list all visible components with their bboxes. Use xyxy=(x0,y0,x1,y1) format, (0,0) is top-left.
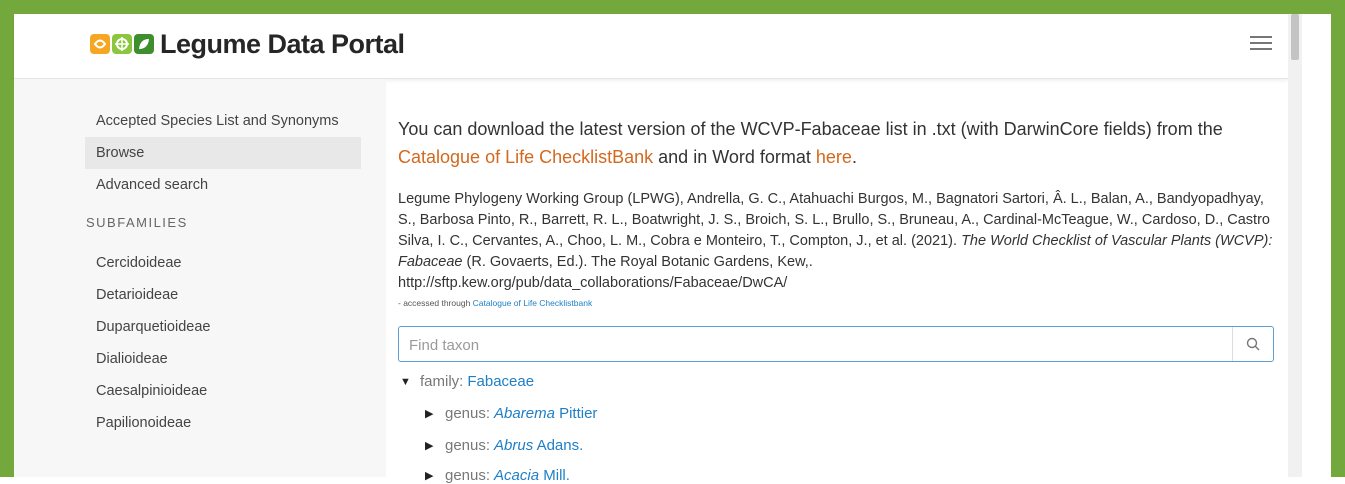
frame-border-left xyxy=(0,0,14,477)
caret-right-icon[interactable]: ▶ xyxy=(425,439,445,452)
sidebar: Accepted Species List and Synonyms Brows… xyxy=(14,79,386,477)
access-note: - accessed through Catalogue of Life Che… xyxy=(398,298,592,308)
tree-rank-label: family: xyxy=(420,373,464,390)
sidebar-item-cercidoideae[interactable]: Cercidoideae xyxy=(85,247,361,279)
frame-border-top xyxy=(0,0,1345,14)
tree-node-genus: ▶ genus: Acacia Mill. xyxy=(425,467,570,484)
tree-node-family: ▼ family: Fabaceae xyxy=(400,373,534,390)
genus-author: Mill. xyxy=(539,467,570,484)
taxon-search-box xyxy=(398,326,1274,363)
intro-text: You can download the latest version of t… xyxy=(398,119,1223,139)
word-format-link[interactable]: here xyxy=(816,147,852,167)
taxon-link-acacia[interactable]: Acacia Mill. xyxy=(494,467,570,484)
download-intro: You can download the latest version of t… xyxy=(398,115,1282,171)
logo-dark-green-pod-icon xyxy=(134,34,154,54)
search-button[interactable] xyxy=(1232,327,1273,361)
taxon-search-input[interactable] xyxy=(399,327,1241,363)
genus-name: Abrus xyxy=(494,437,534,454)
genus-author: Pittier xyxy=(554,405,598,422)
genus-author: Adans. xyxy=(533,437,584,454)
taxon-link-fabaceae[interactable]: Fabaceae xyxy=(467,373,534,390)
tree-rank-label: genus: xyxy=(445,405,491,422)
citation: Legume Phylogeny Working Group (LPWG), A… xyxy=(398,189,1282,294)
sidebar-item-browse[interactable]: Browse xyxy=(85,137,361,169)
subfamilies-heading: SUBFAMILIES xyxy=(86,215,188,230)
logo-green-flower-icon xyxy=(112,34,132,54)
citation-publisher: (R. Govaerts, Ed.). The Royal Botanic Ga… xyxy=(462,254,813,270)
sidebar-item-accepted-species[interactable]: Accepted Species List and Synonyms xyxy=(85,105,361,137)
caret-right-icon[interactable]: ▶ xyxy=(425,469,445,482)
caret-right-icon[interactable]: ▶ xyxy=(425,407,445,420)
citation-url: http://sftp.kew.org/pub/data_collaborati… xyxy=(398,275,788,291)
logo-text: Legume Data Portal xyxy=(160,28,405,59)
caret-down-icon[interactable]: ▼ xyxy=(400,376,420,388)
tree-rank-label: genus: xyxy=(445,467,491,484)
intro-text-middle: and in Word format xyxy=(653,147,816,167)
tree-rank-label: genus: xyxy=(445,437,491,454)
vertical-scrollbar[interactable] xyxy=(1288,14,1302,477)
sidebar-item-papilionoideae[interactable]: Papilionoideae xyxy=(85,407,361,439)
genus-name: Acacia xyxy=(494,467,540,484)
search-icon xyxy=(1246,337,1260,351)
intro-text-end: . xyxy=(851,147,857,167)
access-note-link[interactable]: Catalogue of Life Checklistbank xyxy=(473,298,593,308)
taxon-link-abarema[interactable]: Abarema Pittier xyxy=(494,405,597,422)
frame-border-right xyxy=(1331,0,1345,477)
site-logo[interactable]: Legume Data Portal xyxy=(90,24,405,64)
scrollbar-thumb[interactable] xyxy=(1291,14,1299,60)
site-header: Legume Data Portal xyxy=(14,14,1288,79)
tree-node-genus: ▶ genus: Abarema Pittier xyxy=(425,405,597,422)
sidebar-item-dialioideae[interactable]: Dialioideae xyxy=(85,343,361,375)
sidebar-item-detarioideae[interactable]: Detarioideae xyxy=(85,279,361,311)
sidebar-item-advanced-search[interactable]: Advanced search xyxy=(85,169,361,201)
hamburger-menu-icon[interactable] xyxy=(1250,32,1272,54)
tree-node-genus: ▶ genus: Abrus Adans. xyxy=(425,437,583,454)
checklistbank-link[interactable]: Catalogue of Life ChecklistBank xyxy=(398,147,653,167)
access-note-text: - accessed through xyxy=(398,298,473,308)
page-frame: Legume Data Portal Accepted Species List… xyxy=(0,0,1345,484)
genus-name: Abarema xyxy=(494,405,555,422)
logo-orange-leaf-icon xyxy=(90,34,110,54)
sidebar-item-duparquetioideae[interactable]: Duparquetioideae xyxy=(85,311,361,343)
sidebar-item-caesalpinioideae[interactable]: Caesalpinioideae xyxy=(85,375,361,407)
taxon-link-abrus[interactable]: Abrus Adans. xyxy=(494,437,583,454)
